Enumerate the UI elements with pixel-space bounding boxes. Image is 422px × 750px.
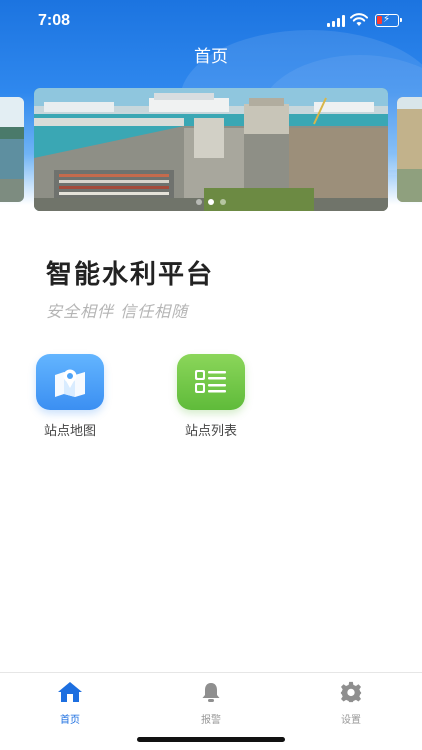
battery-icon: ⚡ [375,14,402,27]
tab-settings[interactable]: 设置 [311,681,391,726]
tab-home-label: 首页 [60,715,80,726]
site-list-label: 站点列表 [184,424,237,439]
carousel-prev-slide[interactable] [0,97,24,202]
carousel-dot-active[interactable] [208,199,214,205]
status-time: 7:08 [38,12,71,29]
home-indicator [137,737,285,742]
app-title: 智能水利平台 [46,260,215,290]
tab-alarm-label: 报警 [201,715,221,726]
page-title: 首页 [194,47,228,67]
list-icon [195,370,226,393]
banner-carousel[interactable] [34,88,388,211]
home-icon [58,682,82,702]
carousel-dot[interactable] [220,199,226,205]
tab-alarm[interactable]: 报警 [171,681,251,726]
carousel-next-slide[interactable] [397,97,422,202]
tab-home[interactable]: 首页 [30,681,110,726]
carousel-indicator [0,199,422,205]
site-list-tile[interactable] [177,354,245,410]
wifi-icon [350,13,368,26]
status-bar: 7:08 ⚡ [0,0,422,44]
gear-icon [340,681,362,703]
banner-image [34,88,388,211]
site-map-label: 站点地图 [43,424,96,439]
carousel-dot[interactable] [196,199,202,205]
site-map-tile[interactable] [36,354,104,410]
site-list-button[interactable]: 站点列表 [166,354,256,439]
bell-icon [202,683,220,702]
app-slogan: 安全相伴 信任相随 [46,302,189,321]
site-map-button[interactable]: 站点地图 [25,354,115,439]
tab-settings-label: 设置 [341,715,361,726]
map-pin-icon [55,369,85,397]
cellular-signal-icon [327,15,345,27]
